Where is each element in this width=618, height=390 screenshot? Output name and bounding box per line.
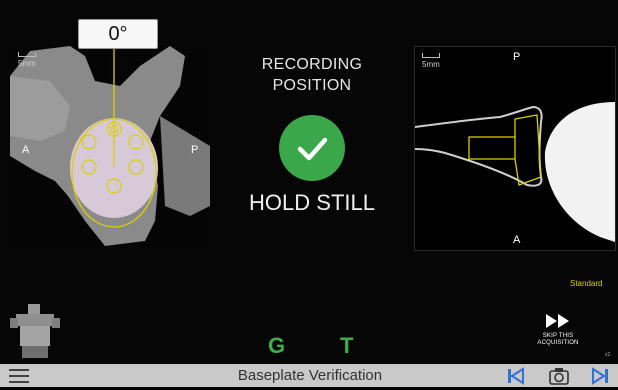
guide-tool-icon bbox=[10, 302, 60, 358]
menu-icon[interactable] bbox=[9, 369, 29, 383]
version-label: v2. bbox=[605, 352, 612, 358]
previous-button[interactable] bbox=[506, 367, 526, 385]
t-indicator: T bbox=[340, 333, 354, 358]
label-anterior-right: A bbox=[513, 234, 521, 246]
scapula-model bbox=[10, 46, 210, 246]
next-button[interactable] bbox=[590, 367, 610, 385]
scale-bar-right: 5mm bbox=[422, 53, 440, 69]
skip-forward-icon bbox=[592, 367, 608, 385]
axial-slice-image bbox=[415, 102, 615, 242]
skip-label-line1: SKIP THIS bbox=[542, 333, 574, 339]
check-icon bbox=[279, 115, 345, 181]
camera-button[interactable] bbox=[548, 367, 570, 385]
scale-bar-left: 5mm bbox=[18, 52, 36, 68]
bottom-toolbar: Baseplate Verification bbox=[0, 364, 618, 387]
hold-still-text: HOLD STILL bbox=[249, 190, 375, 215]
skip-label-line2: ACQUISITION bbox=[537, 340, 579, 346]
label-anterior-left: A bbox=[22, 144, 30, 156]
g-indicator: G bbox=[268, 333, 286, 358]
skip-acquisition-button[interactable]: SKIP THIS ACQUISITION bbox=[524, 312, 592, 354]
recording-position-text: RECORDING POSITION bbox=[261, 56, 363, 94]
glenoid-3d-view: 5mm A P bbox=[10, 46, 210, 246]
page-title: Baseplate Verification bbox=[237, 367, 383, 384]
label-posterior-left: P bbox=[191, 144, 199, 156]
label-posterior-right: P bbox=[513, 51, 521, 63]
fast-forward-icon bbox=[546, 314, 569, 328]
axial-slice-view: 5mm P A bbox=[414, 46, 616, 251]
skip-back-icon bbox=[508, 367, 524, 385]
angle-readout: 0° bbox=[78, 19, 158, 49]
acquisition-screen: 5mm A P 0° RECORDING POSITION HOLD STILL… bbox=[0, 0, 618, 387]
standard-mode-label: Standard bbox=[570, 279, 603, 288]
camera-icon bbox=[549, 368, 569, 385]
